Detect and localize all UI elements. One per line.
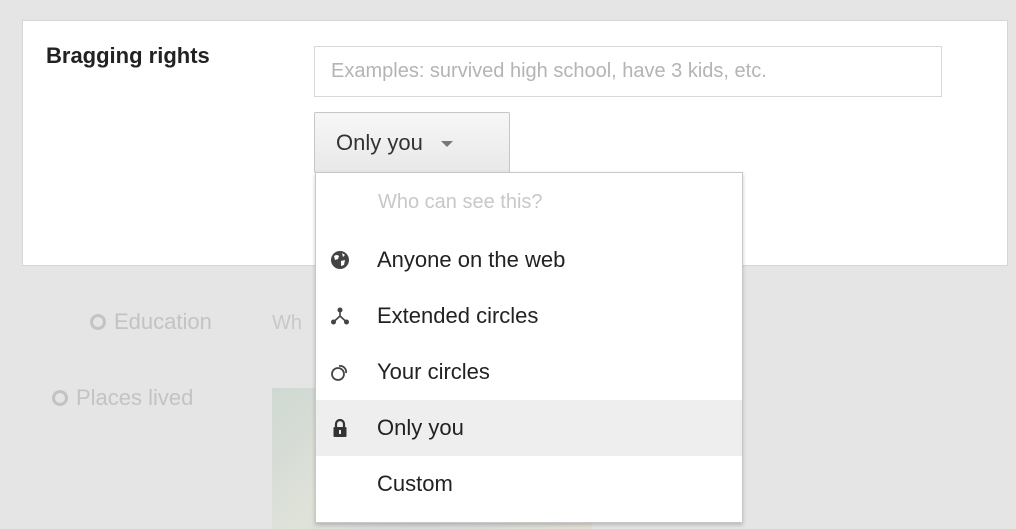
menu-item-custom[interactable]: Custom: [316, 456, 742, 512]
menu-header: Who can see this?: [378, 191, 543, 213]
menu-item-anyone-on-the-web[interactable]: Anyone on the web: [316, 232, 742, 288]
lock-icon: [330, 418, 350, 438]
places-lived-label: Places lived: [76, 385, 194, 410]
visibility-dropdown-button[interactable]: Only you: [314, 112, 510, 173]
circle-bullet-icon: [52, 390, 68, 406]
menu-item-label: Only you: [377, 415, 464, 440]
menu-item-label: Extended circles: [377, 303, 539, 328]
menu-item-label: Custom: [377, 471, 453, 496]
menu-item-label: Anyone on the web: [377, 247, 566, 272]
menu-item-label: Your circles: [377, 359, 490, 384]
circles-icon: [330, 362, 350, 382]
visibility-button-label: Only you: [336, 129, 423, 155]
bragging-rights-input[interactable]: [314, 46, 942, 97]
globe-icon: [330, 250, 350, 270]
bragging-rights-label: Bragging rights: [46, 43, 210, 68]
menu-item-only-you[interactable]: Only you: [316, 400, 742, 456]
education-label: Education: [114, 309, 212, 334]
places-lived-section[interactable]: Places lived: [52, 385, 193, 411]
extended-circles-icon: [330, 306, 350, 326]
visibility-menu: Who can see this? Anyone on the web Exte…: [315, 172, 743, 523]
menu-item-extended-circles[interactable]: Extended circles: [316, 288, 742, 344]
education-section[interactable]: Education: [90, 309, 212, 335]
chevron-down-icon: [440, 141, 453, 147]
circle-bullet-icon: [90, 314, 106, 330]
menu-item-your-circles[interactable]: Your circles: [316, 344, 742, 400]
education-hint-text: Wh: [272, 312, 302, 334]
